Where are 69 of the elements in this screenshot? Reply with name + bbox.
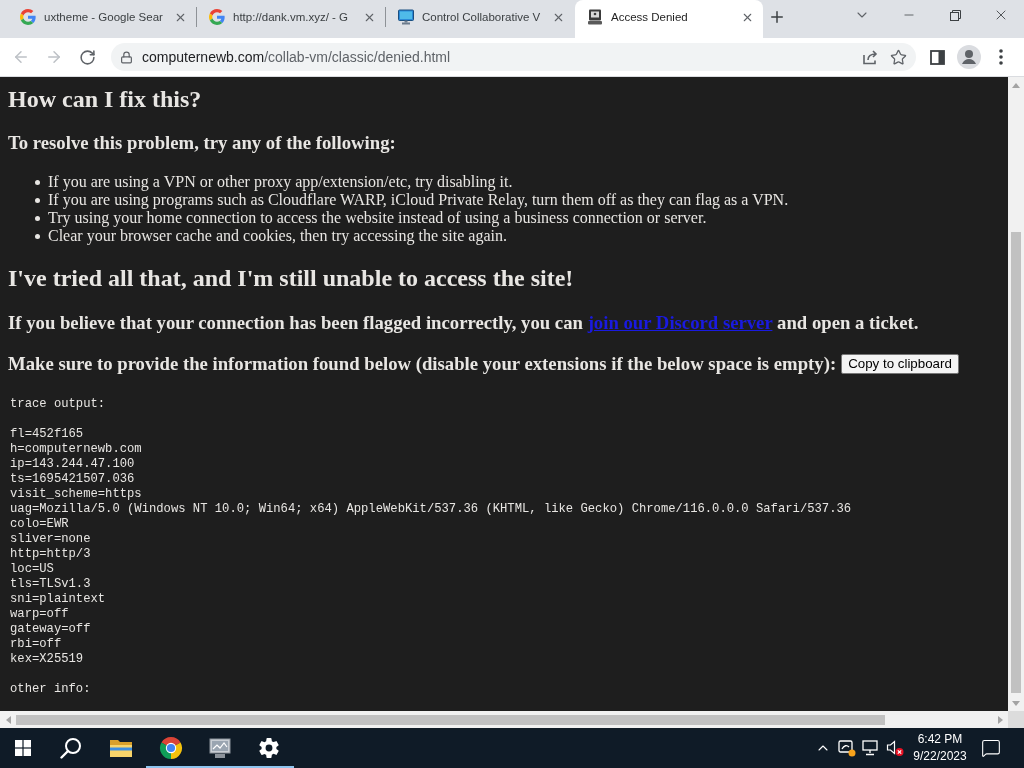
- page-heading: How can I fix this?: [8, 85, 202, 113]
- suggestion-text: If you are using programs such as Cloudflare WARP, iCloud Private Relay, turn them off as they can flag as a VPN.: [48, 191, 789, 209]
- trace-line: kex=X25519: [10, 652, 84, 667]
- instruction-text: Make sure to provide the information found below (disable your extensions if the below space is empty):: [8, 353, 837, 375]
- browser-tab[interactable]: uxtheme - Google Sear: [8, 0, 196, 38]
- trace-line: gateway=off: [10, 622, 91, 637]
- reload-icon: [78, 48, 96, 66]
- trace-line: fl=452f165: [10, 427, 84, 442]
- trace-line: sliver=none: [10, 532, 91, 547]
- side-panel-icon: [929, 49, 945, 65]
- trace-line: rbi=off: [10, 637, 62, 652]
- screen-icon: [208, 737, 232, 759]
- bullet-icon: [35, 179, 40, 185]
- g-logo-icon: [20, 9, 36, 25]
- settings-icon: [258, 737, 280, 759]
- menu-icon: [999, 49, 1003, 65]
- tab-title: http://dank.vm.xyz/ - G: [233, 11, 350, 23]
- lock-icon[interactable]: [120, 50, 133, 64]
- trace-line: loc=US: [10, 562, 54, 577]
- monitor-icon: [398, 9, 414, 25]
- bullet-icon: [35, 215, 40, 221]
- suggestion-text: If you are using a VPN or other proxy app/extension/etc, try disabling it.: [48, 173, 513, 191]
- avatar-icon: [957, 45, 981, 69]
- trace-line: tls=TLSv1.3: [10, 577, 91, 592]
- network-icon: [862, 740, 880, 756]
- tab-title: Control Collaborative V: [422, 11, 542, 23]
- scrollbar-corner: [1008, 711, 1024, 728]
- trace-line: http=http/3: [10, 547, 91, 562]
- browser-tab[interactable]: http://dank.vm.xyz/ - G: [197, 0, 385, 38]
- trace-line: h=computernewb.com: [10, 442, 142, 457]
- section-heading: To resolve this problem, try any of the following:: [8, 132, 396, 154]
- trace-title: trace output:: [10, 397, 106, 412]
- arrow-right-icon: [45, 48, 63, 66]
- browser-icon: [159, 736, 183, 760]
- browser-tab[interactable]: Control Collaborative V: [386, 0, 574, 38]
- copy-button[interactable]: Copy to clipboard: [841, 354, 959, 374]
- scrollbar-thumb[interactable]: [16, 714, 885, 725]
- trace-line: sni=plaintext: [10, 592, 106, 607]
- restore-icon: [949, 9, 961, 21]
- star-icon: [889, 48, 907, 66]
- windows-logo-icon: [15, 740, 31, 756]
- browser-tab[interactable]: Access Denied: [575, 0, 763, 38]
- share-icon: [862, 49, 878, 65]
- trace-line: ip=143.244.47.100: [10, 457, 135, 472]
- scrollbar-thumb[interactable]: [1011, 232, 1021, 693]
- notification-icon: [981, 738, 1001, 758]
- tab-title: uxtheme - Google Sear: [44, 11, 164, 23]
- search-icon: [60, 737, 82, 759]
- computer-icon: [587, 9, 603, 25]
- suggestion-text: Clear your browser cache and cookies, then try accessing the site again.: [48, 227, 507, 245]
- bullet-icon: [35, 197, 40, 203]
- trace-line: ts=1695421507.036: [10, 472, 135, 487]
- bullet-icon: [35, 233, 40, 239]
- tab-title: Access Denied: [611, 11, 689, 23]
- volume-muted-icon: [886, 739, 904, 757]
- square-alert-icon: [838, 739, 856, 757]
- trace-line: colo=EWR: [10, 517, 69, 532]
- suggestion-text: Try using your home connection to access the website instead of using a business connection or server.: [48, 209, 707, 227]
- g-logo-icon: [209, 9, 225, 25]
- page-heading: I've tried all that, and I'm still unable to access the site!: [8, 264, 574, 292]
- clock-time: 6:42 PM: [917, 731, 963, 748]
- contact-text: If you believe that your connection has been flagged incorrectly, you can join our Discord server and open a ticket.: [8, 312, 919, 334]
- clock-date: 9/22/2023: [913, 748, 967, 765]
- plus-icon: [768, 8, 786, 26]
- trace-title: other info:: [10, 682, 91, 697]
- folder-icon: [109, 738, 133, 758]
- trace-line: visit_scheme=https: [10, 487, 142, 502]
- trace-line: warp=off: [10, 607, 69, 622]
- trace-line: uag=Mozilla/5.0 (Windows NT 10.0; Win64; x64) AppleWebKit/537.36 (KHTML, like Gecko) Chrome/116.0.0.0 Safari/537.36: [10, 502, 852, 517]
